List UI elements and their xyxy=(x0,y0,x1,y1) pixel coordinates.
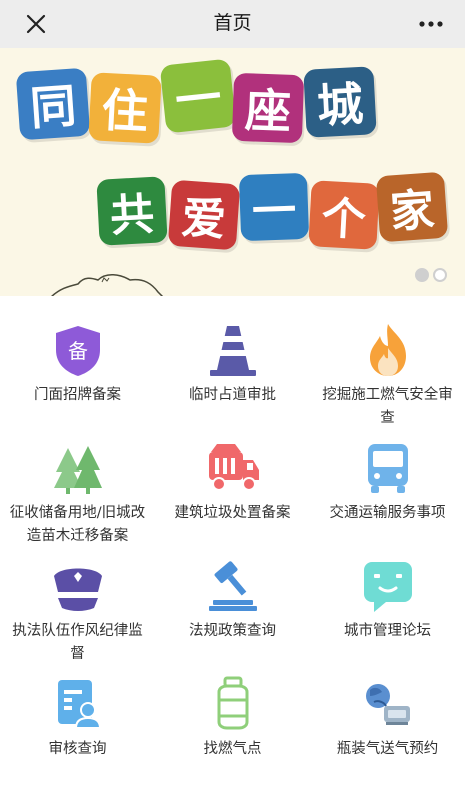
menu-item-label: 瓶装气送气预约 xyxy=(336,741,439,757)
more-options-icon[interactable] xyxy=(417,10,445,38)
service-menu-grid: 备 门面招牌备案 临时占道审批 挖掘施工燃气安全审查 征收储备用地/旧城改造苗木… xyxy=(0,296,465,789)
gavel-icon xyxy=(205,558,261,614)
menu-item-label: 找燃气点 xyxy=(203,741,262,757)
menu-item-temporary-road-occupation[interactable]: 临时占道审批 xyxy=(155,296,310,414)
gas-delivery-icon xyxy=(360,676,416,732)
banner-char: 个 xyxy=(308,180,380,250)
close-icon[interactable] xyxy=(22,10,50,38)
document-user-icon xyxy=(50,676,106,732)
banner-char: 座 xyxy=(231,72,305,144)
bus-icon xyxy=(360,440,416,496)
menu-item-label: 门面招牌备案 xyxy=(34,387,121,403)
svg-text:备: 备 xyxy=(68,339,88,363)
banner-char: 爱 xyxy=(167,179,241,251)
banner-char: 共 xyxy=(96,176,168,246)
menu-item-label: 交通运输服务事项 xyxy=(329,505,446,521)
chat-bubble-icon xyxy=(360,558,416,614)
banner-char: 城 xyxy=(303,66,377,138)
banner-char: 住 xyxy=(88,72,162,144)
city-outline-decoration xyxy=(51,274,164,296)
carousel-dot[interactable] xyxy=(433,268,447,282)
gas-cylinder-icon xyxy=(205,676,261,732)
police-cap-icon xyxy=(50,558,106,614)
garbage-truck-icon xyxy=(205,440,261,496)
carousel-dot-active[interactable] xyxy=(415,268,429,282)
shield-badge-icon: 备 xyxy=(50,322,106,378)
menu-item-construction-waste-filing[interactable]: 建筑垃圾处置备案 xyxy=(155,414,310,532)
menu-item-label: 审核查询 xyxy=(48,741,107,757)
page-title: 首页 xyxy=(213,12,252,34)
menu-item-label: 建筑垃圾处置备案 xyxy=(174,505,291,521)
menu-item-discipline-supervision[interactable]: 执法队伍作风纪律监督 xyxy=(0,532,155,662)
menu-item-city-management-forum[interactable]: 城市管理论坛 xyxy=(310,532,465,650)
banner-char: 一 xyxy=(159,58,237,134)
banner-char: 家 xyxy=(375,171,449,243)
menu-item-excavation-gas-safety-review[interactable]: 挖掘施工燃气安全审查 xyxy=(310,296,465,426)
menu-item-regulation-policy-query[interactable]: 法规政策查询 xyxy=(155,532,310,650)
menu-item-label: 法规政策查询 xyxy=(189,623,276,639)
banner-carousel[interactable]: 同 住 一 座 城 共 爱 一 个 家 xyxy=(0,48,465,296)
menu-item-bottled-gas-delivery-booking[interactable]: 瓶装气送气预约 xyxy=(310,650,465,768)
menu-item-tree-relocation-filing[interactable]: 征收储备用地/旧城改造苗木迁移备案 xyxy=(0,414,155,544)
menu-item-review-query[interactable]: 审核查询 xyxy=(0,650,155,768)
trees-icon xyxy=(50,440,106,496)
flame-icon xyxy=(360,322,416,378)
carousel-indicator xyxy=(415,268,447,282)
menu-item-label: 临时占道审批 xyxy=(189,387,276,403)
menu-item-storefront-sign-filing[interactable]: 备 门面招牌备案 xyxy=(0,296,155,414)
menu-item-find-gas-station[interactable]: 找燃气点 xyxy=(155,650,310,768)
banner-char: 同 xyxy=(15,67,91,141)
traffic-cone-icon xyxy=(205,322,261,378)
menu-item-label: 城市管理论坛 xyxy=(344,623,431,639)
top-navigation-bar: 首页 xyxy=(0,0,465,48)
menu-item-transport-services[interactable]: 交通运输服务事项 xyxy=(310,414,465,532)
banner-char: 一 xyxy=(238,172,310,242)
